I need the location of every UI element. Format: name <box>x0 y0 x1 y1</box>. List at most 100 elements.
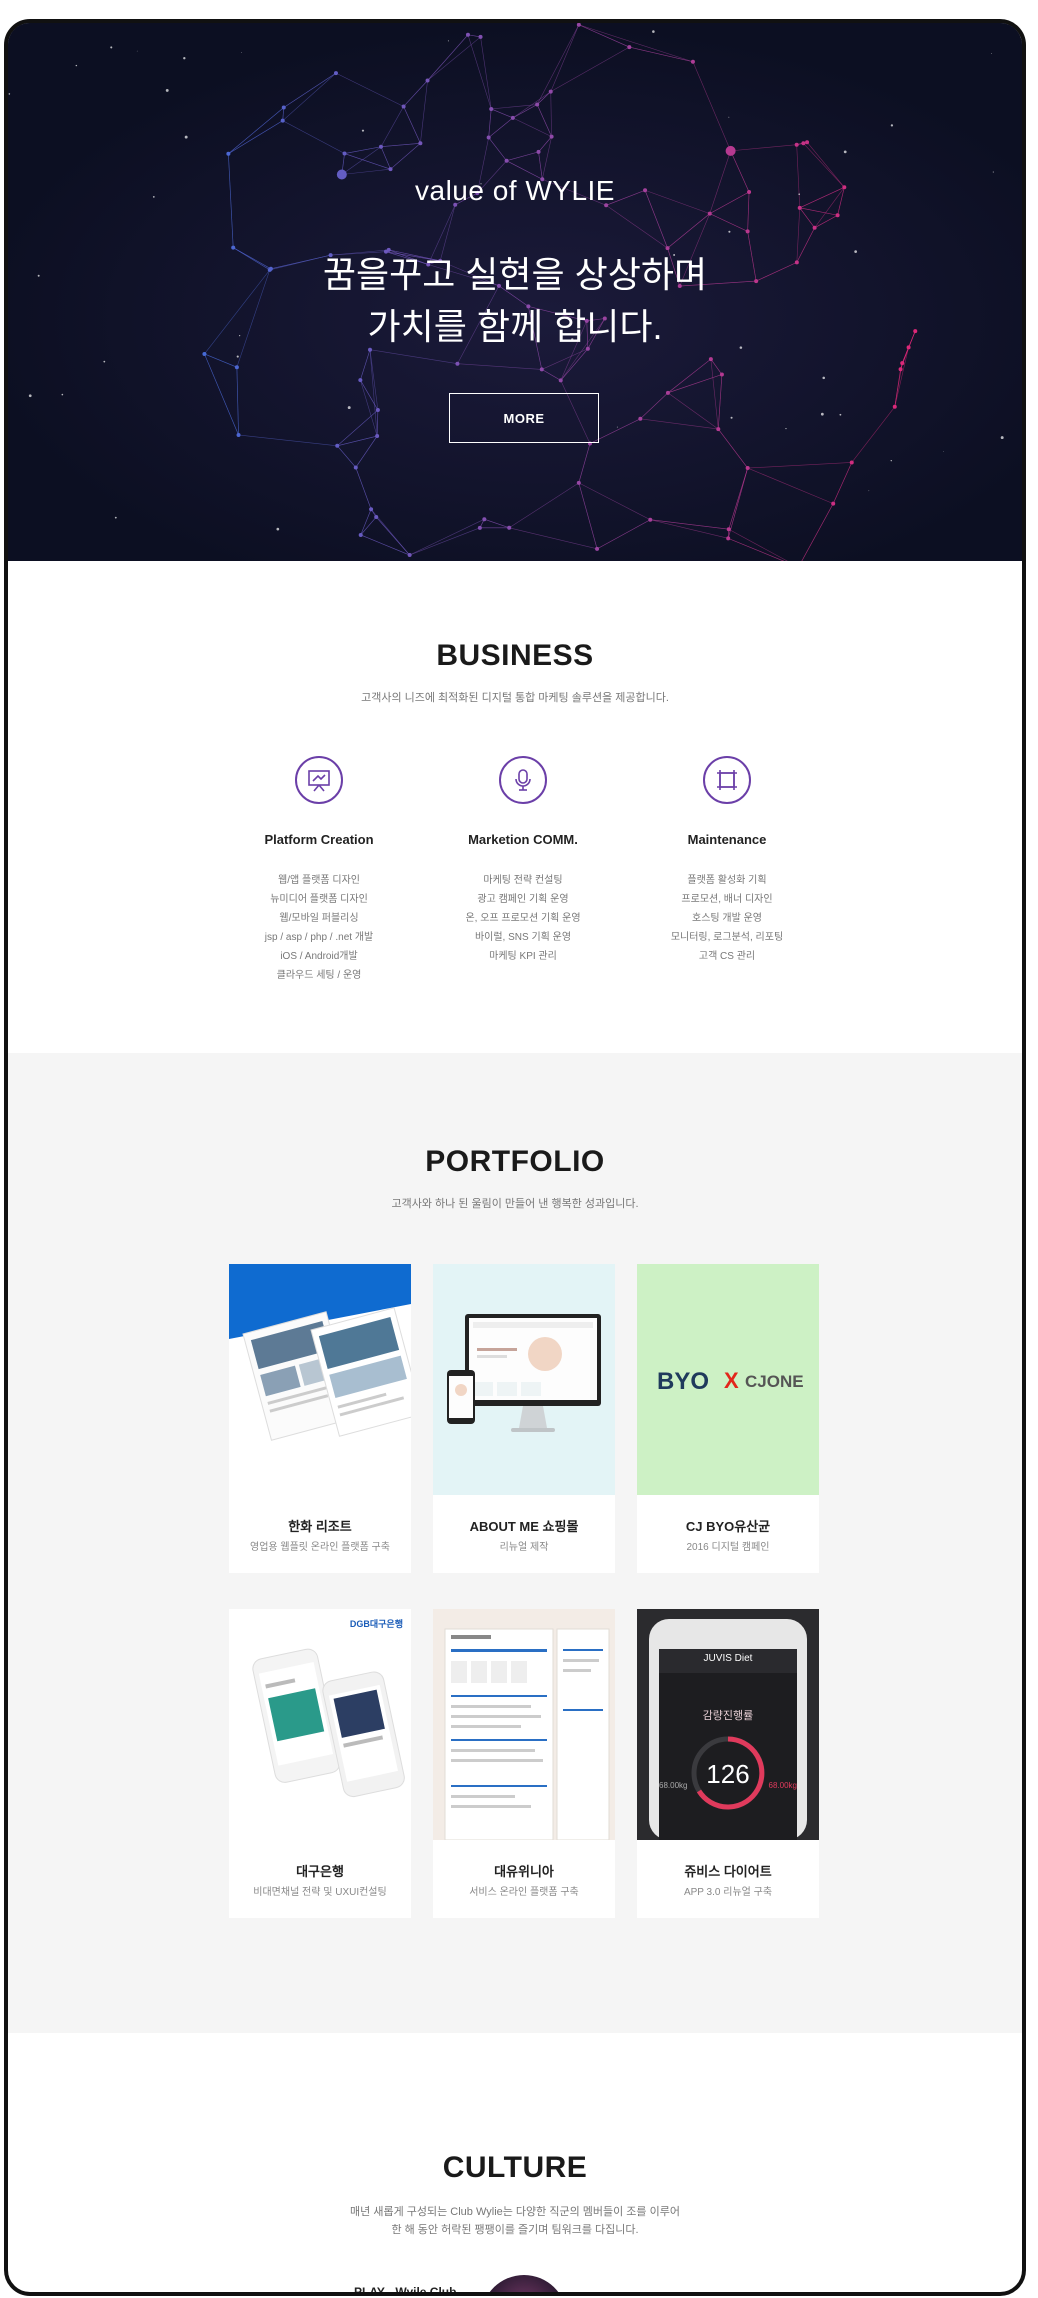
network-node <box>831 501 836 506</box>
culture-play-label[interactable]: PLAY - Wyile Club <box>354 2285 456 2292</box>
network-node <box>726 527 731 532</box>
network-node <box>794 142 799 147</box>
network-node <box>489 106 494 111</box>
business-column-name: Marketion COMM. <box>468 832 578 847</box>
network-node <box>745 466 750 471</box>
thumb-logo-x: X <box>724 1368 739 1393</box>
network-node <box>745 229 750 234</box>
list-item: jsp / asp / php / .net 개발 <box>264 932 374 943</box>
network-node <box>374 515 379 520</box>
network-node <box>892 404 897 409</box>
portfolio-subtitle: 고객사와 하나 된 울림이 만들어 낸 행복한 성과입니다. <box>391 1198 639 1210</box>
network-node <box>353 465 358 470</box>
list-item: 고객 CS 관리 <box>698 951 756 962</box>
portfolio-thumbnail: DGB대구은행 <box>229 1609 411 1840</box>
network-node <box>234 365 239 370</box>
portfolio-title: PORTFOLIO <box>425 1145 605 1178</box>
portfolio-thumbnail: BYO X CJONE <box>637 1264 819 1495</box>
star-dot <box>822 376 825 380</box>
star-dot <box>114 516 117 519</box>
portfolio-card-name: ABOUT ME 쇼핑몰 <box>469 1519 579 1534</box>
star-dot <box>447 40 449 42</box>
network-node <box>801 141 806 146</box>
hero-tagline: value of WYLIE <box>415 175 615 206</box>
portfolio-thumbnail <box>433 1609 615 1840</box>
star-dot <box>241 52 242 53</box>
list-item: 모니터링, 로그분석, 리포팅 <box>670 932 784 943</box>
network-node <box>358 378 363 383</box>
star-dot <box>785 427 787 430</box>
portfolio-card-hanwha[interactable]: 한화 리조트 영업용 웹플릿 온라인 플랫폼 구축 <box>229 1264 411 1573</box>
list-item: 마케팅 KPI 관리 <box>489 951 557 962</box>
network-node <box>425 78 430 83</box>
network-node <box>482 517 487 522</box>
network-node <box>236 432 241 437</box>
business-column-list: 플랫폼 활성화 기획 프로모션, 배너 디자인 호스팅 개발 운영 모니터링, … <box>627 871 827 966</box>
business-title: BUSINESS <box>436 639 594 672</box>
network-node <box>805 140 810 145</box>
star-dot <box>8 93 11 95</box>
network-node <box>707 211 712 216</box>
network-node <box>708 357 713 362</box>
culture-subtitle-line2: 한 해 동안 허락된 팽팽이를 즐기며 팀워크를 다집니다. <box>391 2224 639 2236</box>
thumb-logo-cjone: CJONE <box>745 1372 804 1391</box>
network-node <box>638 416 643 421</box>
network-node <box>627 45 632 50</box>
network-node <box>900 361 905 366</box>
culture-title: CULTURE <box>442 2151 588 2184</box>
star-dot <box>1000 436 1004 440</box>
list-item: 프로모션, 배너 디자인 <box>681 894 773 905</box>
network-node <box>719 372 724 377</box>
portfolio-card-winia[interactable]: 대유위니아 서비스 온라인 플랫폼 구축 <box>433 1609 615 1918</box>
star-dot <box>184 135 188 139</box>
network-node <box>418 141 423 146</box>
network-node <box>558 378 563 383</box>
star-dot <box>136 50 138 52</box>
network-node <box>369 507 374 512</box>
portfolio-card-desc: 영업용 웹플릿 온라인 플랫폼 구축 <box>250 1542 390 1553</box>
page-frame: value of WYLIE 꿈을꾸고 실현을 상상하며 가치를 함께 합니다.… <box>4 19 1026 2296</box>
network-node <box>576 480 581 485</box>
portfolio-card-name: 쥬비스 다이어트 <box>684 1864 772 1879</box>
hero-section: value of WYLIE 꿈을꾸고 실현을 상상하며 가치를 함께 합니다.… <box>8 23 1022 561</box>
network-node <box>716 427 721 432</box>
hero-headline-line2: 가치를 함께 합니다. <box>367 306 663 347</box>
portfolio-card-desc: 리뉴얼 제작 <box>499 1542 549 1553</box>
business-column-name: Maintenance <box>687 832 767 847</box>
network-node <box>504 158 509 163</box>
list-item: 마케팅 전략 컨설팅 <box>483 875 563 886</box>
portfolio-thumbnail <box>229 1264 411 1495</box>
network-node <box>812 225 817 230</box>
portfolio-card-juvis[interactable]: JUVIS Diet 감량진행률 126 68.00kg 68.00kg 쥬비스… <box>637 1609 819 1918</box>
network-node <box>477 525 482 530</box>
business-column-platform: Platform Creation 웹/앱 플랫폼 디자인 뉴미디어 플랫폼 디… <box>219 756 419 985</box>
star-dot <box>943 451 944 452</box>
network-node <box>378 144 383 149</box>
network-node <box>465 32 470 37</box>
network-node <box>455 361 460 366</box>
star-dot <box>61 393 64 396</box>
list-item: 웹/모바일 퍼블리싱 <box>279 913 359 924</box>
portfolio-card-aboutme[interactable]: ABOUT ME 쇼핑몰 리뉴얼 제작 <box>433 1264 615 1573</box>
list-item: 온, 오프 프로모션 기획 운영 <box>465 913 581 924</box>
network-node <box>726 536 731 541</box>
network-node <box>407 553 412 558</box>
star-dot <box>820 412 824 416</box>
list-item: 호스팅 개발 운영 <box>692 913 762 924</box>
star-dot <box>890 459 892 462</box>
network-node <box>535 102 540 107</box>
network-node <box>898 367 903 372</box>
culture-play-thumbnail[interactable] <box>481 2275 567 2292</box>
network-node <box>335 443 340 448</box>
business-column-list: 웹/앱 플랫폼 디자인 뉴미디어 플랫폼 디자인 웹/모바일 퍼블리싱 jsp … <box>219 871 419 985</box>
network-node <box>280 118 285 123</box>
portfolio-card-desc: APP 3.0 리뉴얼 구축 <box>683 1887 773 1898</box>
portfolio-card-dgb[interactable]: DGB대구은행 대구은행 비대면채널 전략 및 UXUI컨설팅 <box>229 1609 411 1918</box>
culture-subtitle-line1: 매년 새롭게 구성되는 Club Wylie는 다양한 직군의 멤버들이 조를 … <box>350 2206 680 2218</box>
network-node <box>835 213 840 218</box>
portfolio-card-cj-byo[interactable]: BYO X CJONE CJ BYO유산균 2016 디지털 캠페인 <box>637 1264 819 1573</box>
portfolio-thumbnail: JUVIS Diet 감량진행률 126 68.00kg 68.00kg <box>637 1609 819 1840</box>
list-item: 클라우드 세팅 / 운영 <box>276 970 362 981</box>
star-dot <box>75 64 78 67</box>
more-button[interactable]: MORE <box>449 393 599 443</box>
